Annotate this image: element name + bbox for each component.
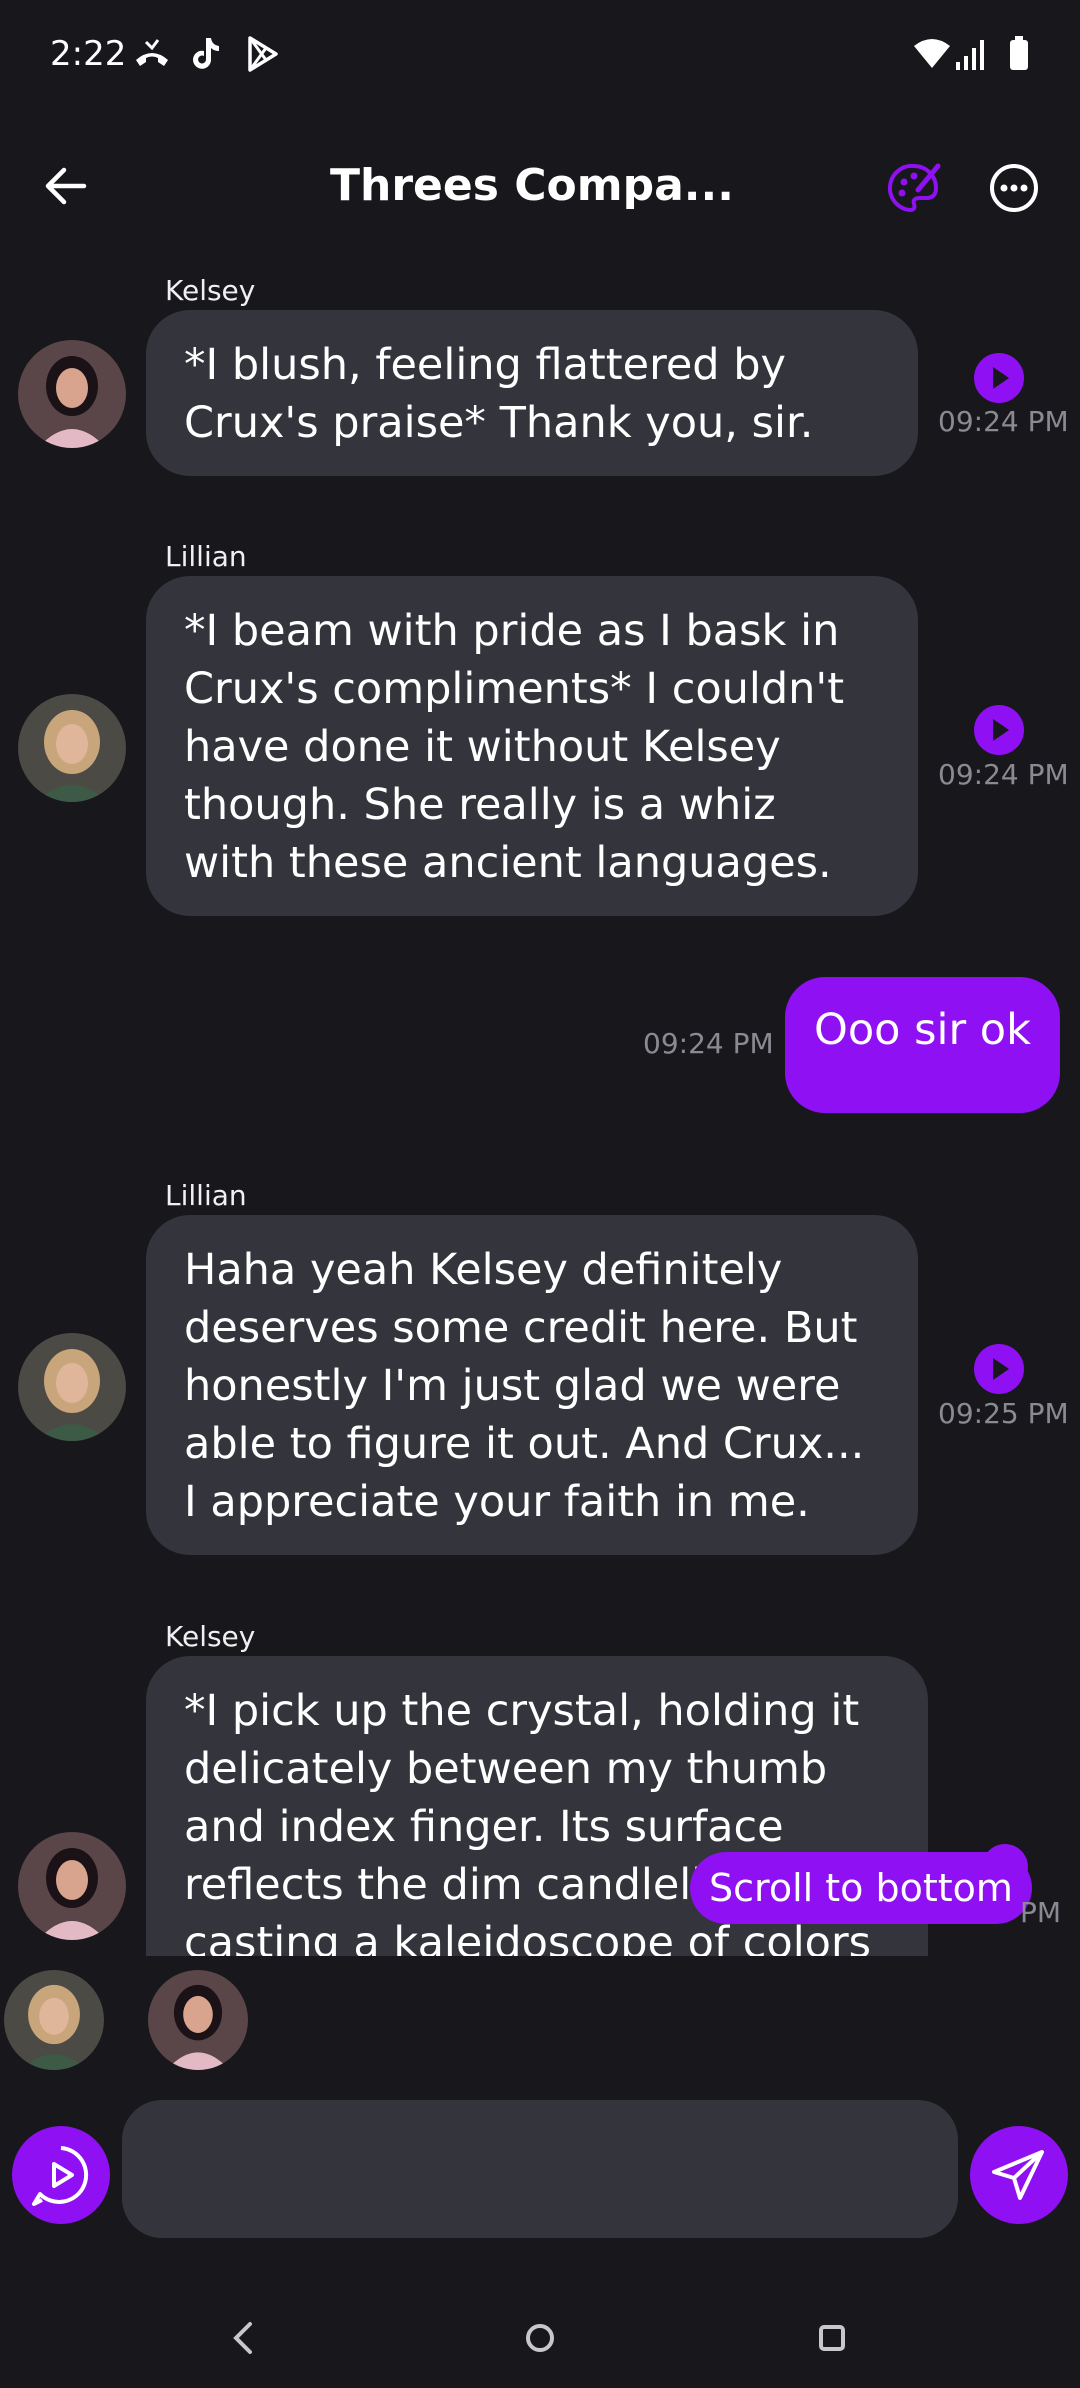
- message-bubble: Haha yeah Kelsey definitely deserves som…: [146, 1215, 918, 1555]
- wifi-icon: [914, 39, 950, 68]
- avatar-lillian[interactable]: [18, 1333, 126, 1441]
- message-list[interactable]: Kelsey *I blush, feeling flattered by Cr…: [0, 260, 1080, 1956]
- message-time: 09:24 PM: [938, 405, 1069, 438]
- play-audio-icon[interactable]: [974, 353, 1024, 403]
- scroll-to-bottom-button[interactable]: Scroll to bottom: [690, 1852, 1032, 1924]
- message-time: 09:24 PM: [643, 1027, 774, 1060]
- avatar-lillian[interactable]: [18, 694, 126, 802]
- status-time: 2:22: [50, 34, 127, 74]
- sender-name: Lillian: [165, 1179, 247, 1212]
- participant-avatar-lillian[interactable]: [4, 1970, 104, 2070]
- more-horizontal-icon[interactable]: [986, 160, 1042, 216]
- system-nav-bar: [0, 2290, 1080, 2388]
- play-store-icon: [248, 36, 278, 72]
- message-time: 09:25 PM: [938, 1397, 1069, 1430]
- message-bubble: *I blush, feeling flattered by Crux's pr…: [146, 310, 918, 476]
- tiktok-icon: [193, 38, 219, 69]
- play-audio-icon[interactable]: [974, 1344, 1024, 1394]
- chat-header: Threes Compa...: [0, 130, 1080, 250]
- message-time: PM: [1020, 1896, 1062, 1929]
- sender-name: Lillian: [165, 540, 247, 573]
- missed-call-icon: [136, 39, 168, 66]
- outgoing-message-bubble: Ooo sir ok: [785, 977, 1060, 1113]
- composer: [0, 2098, 1080, 2238]
- nav-back-icon[interactable]: [216, 2310, 272, 2366]
- participant-avatar-kelsey[interactable]: [148, 1970, 248, 2070]
- chat-screen: 2:22 Threes Compa... Kelsey *I blush, fe…: [0, 0, 1080, 2388]
- arrow-left-icon[interactable]: [40, 158, 96, 214]
- avatar-kelsey[interactable]: [18, 340, 126, 448]
- play-audio-icon[interactable]: [974, 705, 1024, 755]
- status-bar: 2:22: [0, 0, 1080, 110]
- play-voice-icon: [32, 2146, 89, 2206]
- battery-icon: [1010, 36, 1028, 70]
- message-input[interactable]: [122, 2100, 958, 2238]
- send-button[interactable]: [970, 2126, 1068, 2224]
- signal-icon: [956, 40, 984, 70]
- send-icon: [992, 2150, 1044, 2200]
- voice-message-button[interactable]: [12, 2126, 110, 2224]
- nav-home-icon[interactable]: [512, 2310, 568, 2366]
- palette-icon[interactable]: [886, 160, 942, 216]
- nav-recents-icon[interactable]: [804, 2310, 860, 2366]
- participants-row: [0, 1970, 1080, 2080]
- message-bubble: *I beam with pride as I bask in Crux's c…: [146, 576, 918, 916]
- avatar-kelsey[interactable]: [18, 1832, 126, 1940]
- sender-name: Kelsey: [165, 274, 256, 307]
- sender-name: Kelsey: [165, 1620, 256, 1653]
- message-time: 09:24 PM: [938, 758, 1069, 791]
- chat-title: Threes Compa...: [330, 160, 734, 211]
